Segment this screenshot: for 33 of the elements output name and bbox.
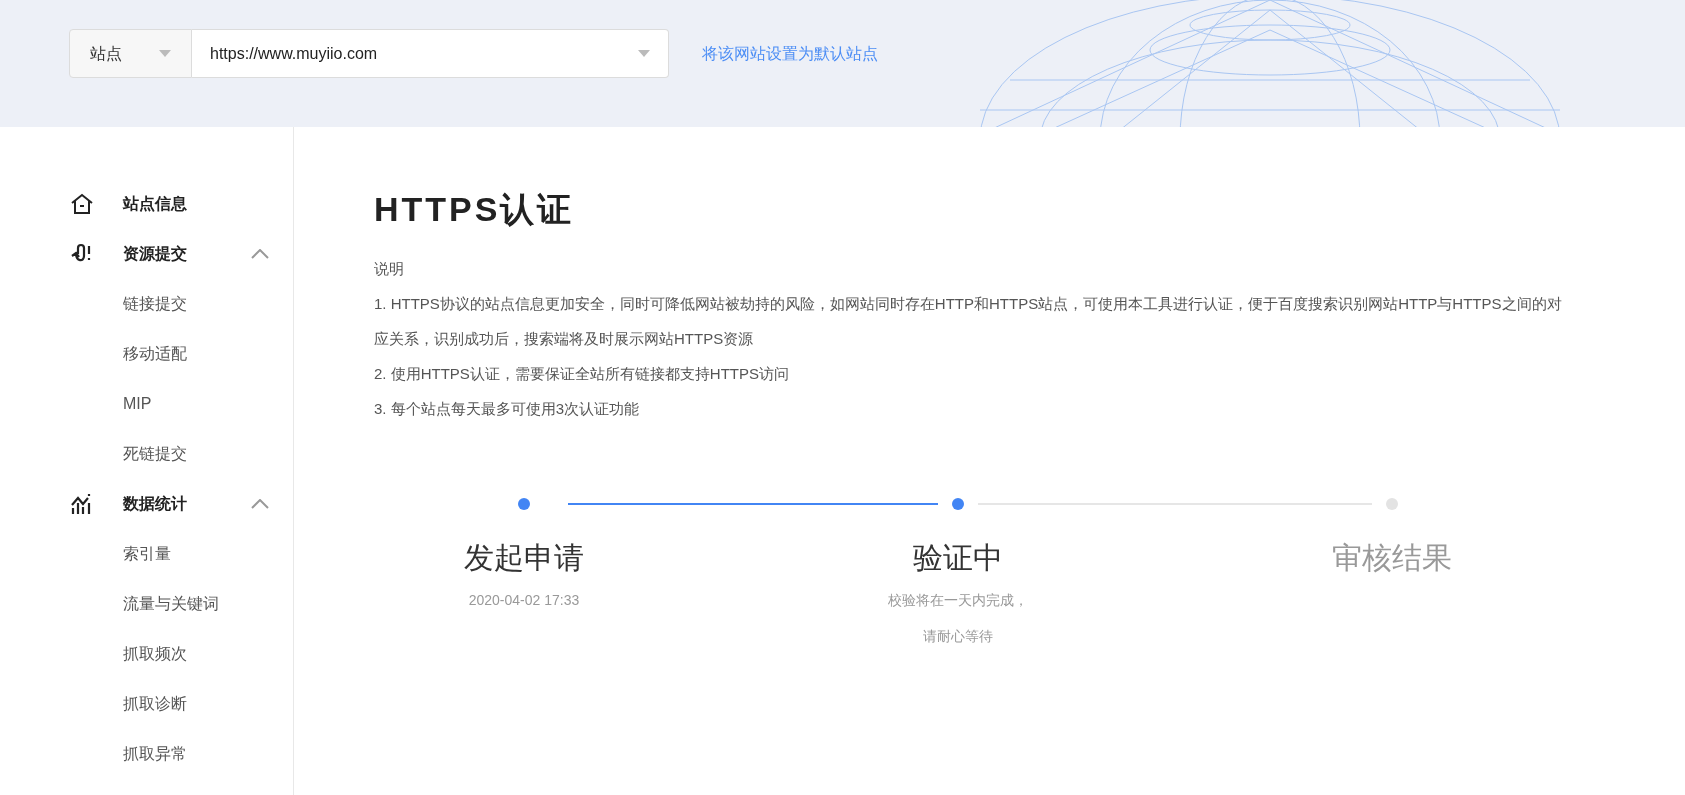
sidebar-subitem[interactable]: 抓取诊断	[70, 679, 269, 729]
url-select[interactable]: https://www.muyiio.com	[192, 29, 669, 78]
description-text: 2. 使用HTTPS认证，需要保证全站所有链接都支持HTTPS访问	[374, 364, 790, 384]
sidebar-subitem[interactable]: 抓取异常	[70, 729, 269, 779]
sidebar-subitem[interactable]: 索引量	[70, 529, 269, 579]
sidebar-item[interactable]: 数据统计	[70, 479, 269, 529]
sidebar-subitem[interactable]: 死链提交	[70, 429, 269, 479]
description-text: 说明	[374, 259, 405, 279]
sidebar-subitem[interactable]: 移动适配	[70, 329, 269, 379]
step-note: 校验将在一天内完成，	[888, 591, 1028, 610]
caret-icon	[638, 50, 650, 57]
sidebar-subitem[interactable]: 链接提交	[70, 279, 269, 329]
site-select[interactable]: 站点	[69, 29, 192, 78]
chevron-up-icon[interactable]	[251, 249, 269, 259]
caret-icon	[159, 50, 171, 57]
sidebar-item[interactable]: 资源提交	[70, 229, 269, 279]
chevron-up-icon[interactable]	[251, 499, 269, 509]
sidebar-subitem[interactable]: MIP	[70, 379, 269, 429]
page-title: HTTPS认证	[374, 189, 576, 230]
step-title: 发起申请	[464, 540, 584, 576]
step-note: 2020-04-02 17:33	[468, 591, 580, 610]
description-text: 1. HTTPS协议的站点信息更加安全，同时可降低网站被劫持的风险，如网站同时存在HTTP和HTTPS站点，可使用本工具进行认证，便于百度搜索识别网站HTTP与HTTPS之间的对应关系，识别成功后，搜索端将及时展示网站HTTPS资源	[374, 294, 1563, 349]
sidebar-item[interactable]: 站点信息	[70, 179, 269, 229]
sidebar-label: 站点信息	[123, 194, 188, 214]
sidebar-subitem[interactable]: 流量与关键词	[70, 579, 269, 629]
sidebar-label: 数据统计	[123, 494, 188, 514]
step-title: 审核结果	[1332, 540, 1452, 576]
step-title: 验证中	[913, 540, 1003, 576]
home-icon	[70, 193, 94, 215]
sidebar-label: 资源提交	[123, 244, 188, 264]
description-text: 3. 每个站点每天最多可使用3次认证功能	[374, 399, 641, 419]
step-note: 请耐心等待	[923, 627, 993, 646]
sidebar-subitem[interactable]: 抓取频次	[70, 629, 269, 679]
